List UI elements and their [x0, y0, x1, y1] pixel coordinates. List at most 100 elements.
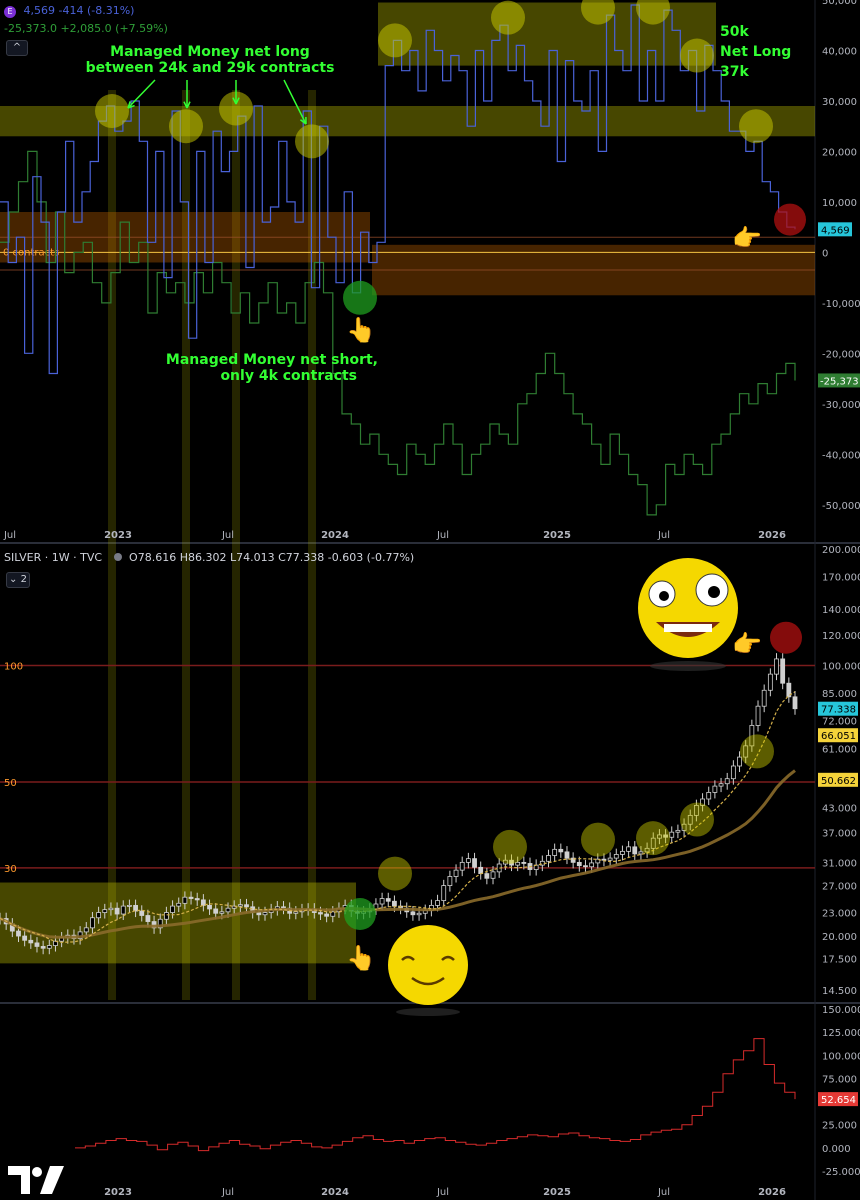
- y-tick-label: 125.000: [822, 1028, 860, 1039]
- y-tick-label: 75.000: [822, 1074, 857, 1085]
- chart-canvas[interactable]: 0 contracts Managed Money net longbetween…: [0, 0, 860, 1200]
- candle-body: [484, 873, 490, 879]
- highlight-circle: [680, 38, 714, 73]
- candle-body: [780, 658, 786, 684]
- candle-body: [46, 945, 52, 949]
- candle-body: [213, 908, 219, 914]
- pointing-hand-icon: 👆: [346, 316, 376, 344]
- y-tick-label: 120.000: [822, 631, 860, 642]
- y-tick-label: 37.000: [822, 829, 857, 840]
- y-tick-label: 31.000: [822, 858, 857, 869]
- candle-body: [552, 848, 558, 856]
- price-level-label: 100: [4, 662, 23, 673]
- candle-body: [96, 912, 102, 919]
- candle-body: [108, 907, 114, 911]
- cot-indicator-icon[interactable]: E: [4, 6, 16, 18]
- highlight-circle: [169, 109, 203, 144]
- y-tick-label: 40,000: [822, 46, 857, 57]
- candle-body: [410, 911, 416, 916]
- candle-body: [237, 904, 243, 907]
- y-tick-label: 0.000: [822, 1144, 851, 1155]
- collapse-pane-button[interactable]: ^: [6, 40, 28, 56]
- x-tick-label: 2024: [321, 1187, 349, 1198]
- crazy-smiley-pupil: [659, 591, 669, 601]
- highlight-circle: [739, 109, 773, 144]
- candle-body: [589, 862, 595, 868]
- x-tick-label: 2025: [543, 1187, 571, 1198]
- y-tick-label: 30,000: [822, 97, 857, 108]
- candle-body: [472, 858, 477, 868]
- tradingview-logo-icon[interactable]: [4, 1162, 70, 1198]
- candle-body: [28, 939, 34, 944]
- candle-body: [607, 857, 613, 861]
- highlight-circle: [740, 734, 774, 769]
- smiley-shadow: [396, 1008, 460, 1016]
- candle-body: [558, 848, 564, 853]
- candle-body: [102, 909, 108, 913]
- y-tick-label: 14.500: [822, 986, 857, 997]
- candle-body: [83, 927, 89, 933]
- pane-count-button[interactable]: ⌄ 2: [6, 572, 30, 588]
- y-tick-label: -25.000: [822, 1167, 860, 1178]
- candle-body: [194, 898, 200, 901]
- y-tick-label: 23.000: [822, 909, 857, 920]
- candle-body: [724, 778, 730, 785]
- candle-body: [188, 896, 194, 899]
- candle-body: [219, 911, 225, 914]
- candle-body: [626, 846, 632, 852]
- candle-body: [632, 846, 638, 855]
- cot-legend-row2: -25,373.0 +2,085.0 (+7.59%): [4, 22, 168, 35]
- highlight-circle: [378, 856, 412, 891]
- y-tick-label: 17.500: [822, 954, 857, 965]
- candle-body: [515, 861, 521, 866]
- last-value-tag: 4,569: [821, 225, 850, 236]
- candle-body: [34, 942, 40, 947]
- candle-body: [453, 869, 459, 877]
- candle-body: [490, 871, 496, 879]
- candle-body: [40, 946, 46, 949]
- candle-body: [182, 896, 188, 904]
- x-tick-label: 2025: [543, 530, 571, 541]
- annotation-net-short-line1: Managed Money net short,: [166, 352, 378, 368]
- ma-fast-tag: 66.051: [821, 731, 856, 742]
- y-tick-label: -40,000: [822, 450, 860, 461]
- highlight-circle: [636, 821, 670, 856]
- y-tick-label: 50,000: [822, 0, 857, 7]
- breakout-circle: [344, 898, 376, 931]
- cot-series-2-line: [0, 150, 796, 516]
- annotation-net-long-line2: between 24k and 29k contracts: [86, 60, 335, 76]
- annotation-right-50k: 50k: [720, 24, 749, 40]
- candle-body: [761, 689, 767, 707]
- candle-body: [244, 904, 249, 908]
- candle-body: [133, 904, 138, 912]
- y-tick-label: 43.000: [822, 803, 857, 814]
- candle-body: [90, 917, 95, 929]
- y-tick-label: -10,000: [822, 299, 860, 310]
- highlight-circle: [493, 829, 527, 864]
- chevron-up-icon: ^: [12, 42, 22, 53]
- highlight-circle: [581, 822, 615, 857]
- x-tick-label: 2023: [104, 1187, 132, 1198]
- candle-body: [613, 854, 619, 859]
- candle-body: [459, 861, 465, 871]
- current-value-circle: [774, 203, 806, 236]
- candle-body: [576, 861, 582, 867]
- y-tick-label: 27.000: [822, 882, 857, 893]
- silver-symbol[interactable]: SILVER · 1W · TVC: [4, 551, 102, 564]
- top-circle: [770, 621, 802, 654]
- candle-body: [16, 930, 21, 937]
- candle-body: [435, 900, 440, 906]
- arrow-line: [127, 79, 156, 109]
- y-tick-label: -30,000: [822, 400, 860, 411]
- crazy-smiley-teeth: [664, 624, 712, 632]
- candle-body: [755, 705, 761, 726]
- candle-body: [447, 876, 453, 887]
- candle-body: [546, 855, 551, 862]
- x-tick-label: 2026: [758, 530, 786, 541]
- candle-body: [139, 910, 145, 916]
- candle-body: [127, 904, 132, 907]
- candle-body: [620, 850, 625, 855]
- pointing-hand-icon: 👉: [732, 630, 762, 658]
- annotation-right-37k: 37k: [720, 64, 749, 80]
- highlight-circle: [378, 23, 412, 58]
